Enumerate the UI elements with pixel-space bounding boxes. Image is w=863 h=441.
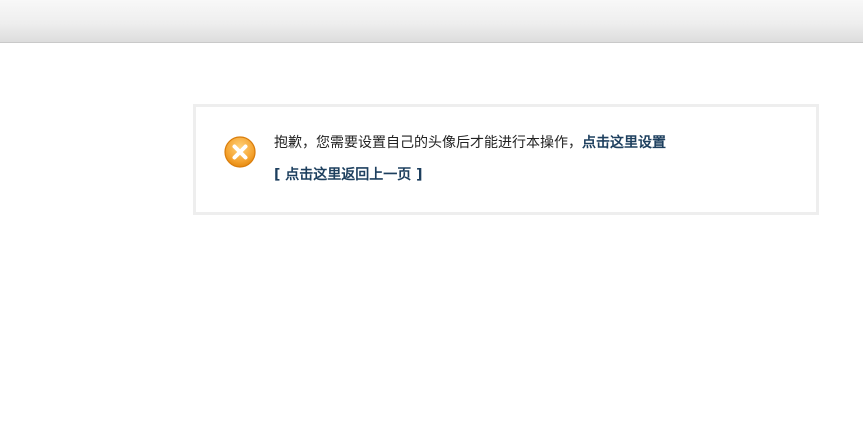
message-box: 抱歉，您需要设置自己的头像后才能进行本操作，点击这里设置 [ 点击这里返回上一页…: [193, 104, 819, 215]
error-message-text: 抱歉，您需要设置自己的头像后才能进行本操作，: [274, 135, 582, 151]
settings-link[interactable]: 点击这里设置: [582, 135, 666, 151]
top-header-bar: [0, 0, 863, 43]
back-link[interactable]: [ 点击这里返回上一页 ]: [274, 165, 423, 185]
error-x-icon: [224, 136, 256, 168]
error-message: 抱歉，您需要设置自己的头像后才能进行本操作，点击这里设置: [274, 133, 666, 153]
